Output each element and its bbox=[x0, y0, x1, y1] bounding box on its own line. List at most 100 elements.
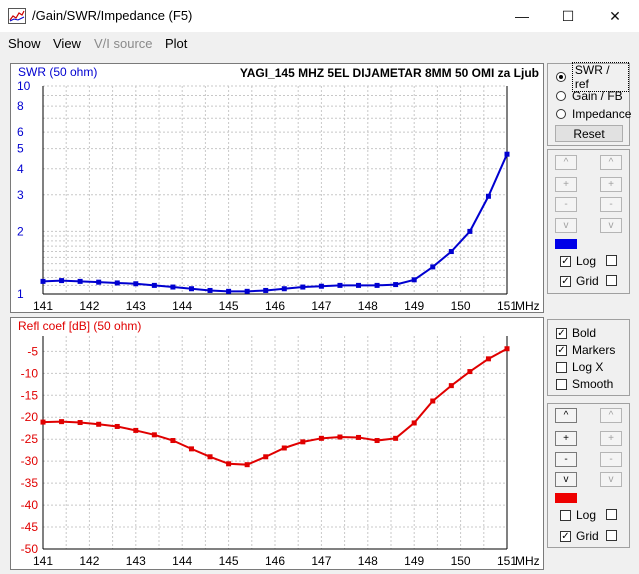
swr-left-up-button[interactable]: ^ bbox=[555, 155, 577, 170]
swr-x-unit-label: MHz bbox=[515, 299, 540, 312]
refl-data-point bbox=[77, 420, 83, 426]
swr-data-point bbox=[393, 282, 399, 288]
radio-swr[interactable]: SWR / ref bbox=[556, 62, 629, 92]
swr-chart: 1 2 3 4 5 6 8 10SWR (50 ohm) YAGI_145 MHZ 5EL DI… bbox=[17, 65, 540, 312]
refl-data-point bbox=[244, 462, 250, 468]
refl-x-tick-label: 144 bbox=[172, 554, 192, 568]
refl-x-unit-label: MHz bbox=[515, 554, 540, 568]
refl-left-minus-button[interactable]: - bbox=[555, 452, 577, 467]
refl-x-tick-label: 149 bbox=[404, 554, 424, 568]
swr-scale-panel: ^ ^ + + - - v v ✓ Log ✓ Grid bbox=[547, 149, 630, 294]
refl-data-point bbox=[151, 432, 157, 438]
swr-data-point bbox=[448, 249, 454, 255]
radio-gain-button[interactable] bbox=[556, 91, 566, 101]
refl-x-tick-label: 147 bbox=[311, 554, 331, 568]
logx-checkbox[interactable]: Log X bbox=[556, 359, 603, 375]
swr-right-plus-button[interactable]: + bbox=[600, 177, 622, 192]
refl-left-down-button[interactable]: v bbox=[555, 472, 577, 487]
radio-gain[interactable]: Gain / FB bbox=[556, 87, 623, 105]
menu-show[interactable]: Show bbox=[8, 36, 41, 51]
bold-checkbox[interactable]: ✓ Bold bbox=[556, 325, 596, 341]
logx-label: Log X bbox=[572, 360, 604, 374]
swr-data-point bbox=[133, 281, 139, 287]
smooth-checkbox[interactable]: Smooth bbox=[556, 376, 613, 392]
swr-data-point bbox=[337, 282, 343, 288]
swr-x-tick-label: 141 bbox=[33, 299, 53, 312]
refl-right-down-button[interactable]: v bbox=[600, 472, 622, 487]
radio-impedance[interactable]: Impedance bbox=[556, 105, 631, 123]
swr-grid-label: Grid bbox=[576, 274, 599, 288]
title-bar: /Gain/SWR/Impedance (F5) — ☐ ✕ bbox=[0, 0, 639, 32]
refl-log-check-box[interactable] bbox=[560, 509, 571, 521]
swr-right-down-button[interactable]: v bbox=[600, 218, 622, 233]
radio-impedance-button[interactable] bbox=[556, 109, 566, 119]
bold-check-box[interactable]: ✓ bbox=[556, 327, 567, 339]
swr-x-tick-label: 149 bbox=[404, 299, 424, 312]
refl-left-plus-button[interactable]: + bbox=[555, 431, 577, 446]
swr-data-point bbox=[504, 151, 510, 157]
swr-data-point bbox=[356, 282, 362, 288]
refl-data-point bbox=[393, 435, 399, 441]
swr-y-tick-label: 8 bbox=[17, 99, 24, 113]
swr-x-tick-label: 148 bbox=[358, 299, 378, 312]
markers-checkbox[interactable]: ✓ Markers bbox=[556, 342, 615, 358]
swr-data-point bbox=[263, 287, 269, 293]
swr-left-down-button[interactable]: v bbox=[555, 218, 577, 233]
swr-log-check-box[interactable]: ✓ bbox=[560, 255, 571, 267]
swr-data-point bbox=[96, 279, 102, 285]
minimize-button[interactable]: — bbox=[499, 0, 545, 32]
swr-data-point bbox=[244, 288, 250, 294]
swr-right-up-button[interactable]: ^ bbox=[600, 155, 622, 170]
refl-data-point bbox=[318, 435, 324, 441]
swr-graph: 1 2 3 4 5 6 8 10 SWR (50 ohm) YAGI_145 MHZ 5EL DI… bbox=[10, 63, 544, 313]
menu-vi-source[interactable]: V/I source bbox=[94, 36, 153, 51]
refl-y-tick-label: -15 bbox=[21, 388, 39, 402]
refl-right-plus-button[interactable]: + bbox=[600, 431, 622, 446]
swr-data-point bbox=[318, 283, 324, 289]
logx-check-box[interactable] bbox=[556, 361, 567, 373]
radio-swr-button[interactable] bbox=[556, 72, 566, 82]
refl-right-minus-button[interactable]: - bbox=[600, 452, 622, 467]
refl-y-tick-label: -20 bbox=[21, 410, 39, 424]
plot-options-panel: ✓ Bold ✓ Markers Log X Smooth bbox=[547, 319, 630, 396]
refl-right-up-button[interactable]: ^ bbox=[600, 408, 622, 423]
swr-data-point bbox=[188, 286, 194, 292]
refl-grid-check-box[interactable]: ✓ bbox=[560, 530, 571, 542]
refl-x-tick-label: 148 bbox=[358, 554, 378, 568]
smooth-check-box[interactable] bbox=[556, 378, 567, 390]
swr-grid-check-box[interactable]: ✓ bbox=[560, 275, 571, 287]
swr-x-tick-label: 143 bbox=[126, 299, 146, 312]
refl-left-up-button[interactable]: ^ bbox=[555, 408, 577, 423]
markers-check-box[interactable]: ✓ bbox=[556, 344, 567, 356]
close-button[interactable]: ✕ bbox=[592, 0, 638, 32]
swr-right-grid-checkbox[interactable] bbox=[606, 275, 617, 286]
swr-left-plus-button[interactable]: + bbox=[555, 177, 577, 192]
swr-data-point bbox=[114, 280, 120, 286]
swr-data-point bbox=[207, 287, 213, 293]
radio-gain-label: Gain / FB bbox=[572, 89, 623, 103]
refl-grid-checkbox[interactable]: ✓ Grid bbox=[560, 528, 599, 544]
reset-button[interactable]: Reset bbox=[555, 125, 623, 142]
refl-data-point bbox=[337, 434, 343, 440]
smooth-label: Smooth bbox=[572, 377, 614, 391]
refl-data-point bbox=[281, 445, 287, 451]
swr-data-point bbox=[467, 228, 473, 234]
swr-log-checkbox[interactable]: ✓ Log bbox=[560, 253, 596, 269]
refl-y-tick-label: -40 bbox=[21, 498, 39, 512]
refl-right-grid-checkbox[interactable] bbox=[606, 530, 617, 541]
refl-right-log-checkbox[interactable] bbox=[606, 509, 617, 520]
menu-view[interactable]: View bbox=[53, 36, 81, 51]
display-mode-panel: SWR / ref Gain / FB Impedance Reset bbox=[547, 62, 631, 146]
refl-log-checkbox[interactable]: Log bbox=[560, 507, 596, 523]
swr-right-minus-button[interactable]: - bbox=[600, 197, 622, 212]
menu-plot[interactable]: Plot bbox=[165, 36, 187, 51]
refl-data-point bbox=[356, 434, 362, 440]
swr-right-log-checkbox[interactable] bbox=[606, 255, 617, 266]
swr-grid-checkbox[interactable]: ✓ Grid bbox=[560, 273, 599, 289]
refl-color-swatch[interactable] bbox=[555, 493, 577, 503]
maximize-button[interactable]: ☐ bbox=[545, 0, 591, 32]
refl-scale-panel: ^ ^ + + - - v v Log ✓ Grid bbox=[547, 403, 630, 548]
swr-left-minus-button[interactable]: - bbox=[555, 197, 577, 212]
refl-data-point bbox=[485, 356, 491, 362]
swr-color-swatch[interactable] bbox=[555, 239, 577, 249]
